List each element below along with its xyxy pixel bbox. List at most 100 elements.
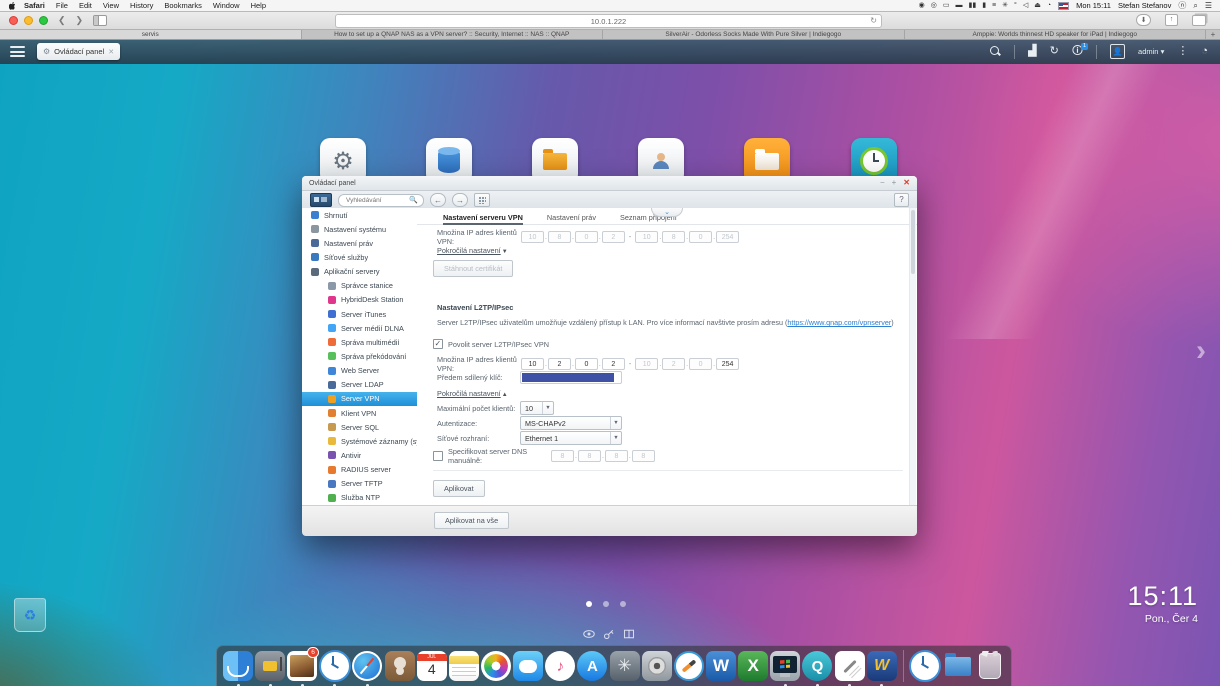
display-icon[interactable]: ▭ — [943, 2, 950, 9]
view-all-button[interactable] — [474, 193, 490, 207]
dock-techtool[interactable] — [673, 650, 704, 682]
user-avatar-icon[interactable]: 👤 — [1110, 44, 1125, 59]
notifications-icon[interactable]: 🛈1 — [1072, 46, 1083, 57]
dock-wunderlist[interactable]: W — [866, 650, 897, 682]
sidebar-item-nastaven-pr-v[interactable]: Nastavení práv — [302, 236, 417, 250]
ip-octet-input[interactable]: 254 — [716, 358, 739, 370]
page-dot-3[interactable] — [620, 601, 626, 607]
eject-icon[interactable]: ⏏ — [1034, 2, 1041, 9]
apply-button[interactable]: Aplikovat — [433, 480, 485, 497]
background-tasks-icon[interactable]: ▟ — [1028, 46, 1036, 57]
external-device-icon[interactable]: ↻ — [1050, 46, 1059, 57]
dock-forklift[interactable] — [255, 650, 286, 682]
sidebar-item-klient-vpn[interactable]: Klient VPN — [302, 406, 417, 420]
dock-photos[interactable] — [480, 650, 511, 682]
dock-word[interactable]: W — [705, 650, 736, 682]
dock-excel[interactable]: X — [738, 650, 769, 682]
back-button[interactable]: ❮ — [58, 15, 66, 26]
dock-clock-app[interactable] — [319, 650, 351, 682]
dns-manual-checkbox[interactable] — [433, 451, 443, 461]
collapse-panel-button[interactable]: ⌄ — [651, 208, 683, 217]
eye-icon[interactable] — [583, 628, 595, 640]
key-icon[interactable] — [603, 628, 615, 640]
gear-icon[interactable]: ✳ — [1002, 2, 1008, 9]
widget-blue-icon[interactable]: ▮ — [982, 2, 986, 9]
dock-trash[interactable] — [974, 650, 1005, 682]
sidebar-item-web-server[interactable]: Web Server — [302, 364, 417, 378]
maximize-icon[interactable]: + — [892, 179, 897, 187]
dock-finder[interactable] — [223, 650, 254, 682]
sidebar-item-syst-mov-z-znamy-syslo[interactable]: Systémové záznamy (syslo... — [302, 434, 417, 448]
sidebar-toggle-button[interactable] — [310, 193, 332, 207]
vpnserver-link[interactable]: https://www.qnap.com/vpnserver — [787, 318, 891, 327]
vertical-scrollbar[interactable] — [909, 208, 916, 505]
sidebar-item-server-ldap[interactable]: Server LDAP — [302, 378, 417, 392]
menu-view[interactable]: View — [103, 1, 119, 10]
minimize-window-button[interactable] — [24, 16, 33, 25]
safari-tab-1[interactable]: servis — [0, 29, 302, 39]
scrollbar-thumb[interactable] — [911, 210, 915, 274]
reload-icon[interactable]: ↻ — [870, 16, 877, 25]
dock-winvm[interactable] — [770, 650, 801, 682]
back-button[interactable]: ← — [430, 193, 446, 207]
help-button[interactable]: ? — [894, 193, 909, 207]
app-circle-2-icon[interactable]: ◎ — [931, 2, 937, 9]
sidebar-toggle-button[interactable] — [93, 15, 107, 26]
menu-help[interactable]: Help — [251, 1, 266, 10]
share-button[interactable]: ↑ — [1165, 14, 1178, 26]
close-tab-icon[interactable]: ✕ — [108, 48, 114, 56]
search-field[interactable]: 🔍 — [338, 194, 424, 207]
address-bar[interactable]: 10.0.1.222 ↻ — [335, 14, 882, 28]
sidebar-item-server-vpn[interactable]: Server VPN — [302, 392, 417, 406]
notification-center-icon[interactable]: ☰ — [1205, 2, 1212, 10]
temperature-icon[interactable]: ° — [1014, 2, 1017, 9]
levels-icon[interactable]: ▮▮ — [968, 2, 976, 9]
dock-notes[interactable] — [448, 650, 479, 682]
network-interface-select[interactable]: Ethernet 1▼ — [520, 431, 622, 445]
fast-user-switching-menu[interactable]: Stefan Stefanov — [1118, 1, 1171, 10]
sidebar-item-spr-va-multim-di[interactable]: Správa multimédií — [302, 335, 417, 349]
dock-clock-app-2[interactable] — [909, 650, 941, 682]
app-circle-1-icon[interactable]: ◉ — [919, 2, 925, 9]
close-window-button[interactable] — [9, 16, 18, 25]
show-all-tabs-button[interactable] — [1192, 15, 1206, 26]
dock-quicktime[interactable]: Q — [802, 650, 833, 682]
ip-octet-input[interactable]: 0 — [575, 358, 598, 370]
more-options-icon[interactable]: ⋮ — [1177, 46, 1188, 57]
sidebar-item-server-sql[interactable]: Server SQL — [302, 420, 417, 434]
dock-calendar[interactable]: JUL4 — [416, 650, 447, 682]
apply-all-button[interactable]: Aplikovat na vše — [434, 512, 509, 529]
dock-sysprefs[interactable]: ✳ — [609, 650, 640, 682]
dock-itunes[interactable]: ♪ — [545, 650, 576, 682]
sidebar-item-antivir[interactable]: Antivir — [302, 448, 417, 462]
dashboard-icon[interactable]: ◔ — [1201, 46, 1208, 57]
max-clients-select[interactable]: 10▼ — [520, 401, 554, 415]
widget-dark-icon[interactable]: ▬ — [955, 2, 962, 9]
menu-history[interactable]: History — [130, 1, 153, 10]
menu-file[interactable]: File — [56, 1, 68, 10]
volume-icon[interactable]: ◁ — [1023, 2, 1028, 9]
sidebar-item-server-tftp[interactable]: Server TFTP — [302, 477, 417, 491]
menu-bar-clock[interactable]: Mon 15:11 — [1076, 1, 1111, 10]
netspeed-icon[interactable]: ≡ — [992, 2, 996, 9]
safari-tab-2[interactable]: How to set up a QNAP NAS as a VPN server… — [302, 29, 604, 39]
circled-n-icon[interactable]: ⓝ — [1178, 2, 1186, 10]
dock-photos-library[interactable]: 6 — [287, 650, 318, 682]
tab-nastaven-serveru-vpn[interactable]: Nastavení serveru VPN — [443, 213, 523, 224]
enable-l2tp-checkbox[interactable] — [433, 339, 443, 349]
dock-downloads[interactable] — [942, 650, 973, 682]
sidebar-item-s-ov-slu-by[interactable]: Síťové služby — [302, 250, 417, 264]
ip-octet-input[interactable]: 2 — [602, 358, 625, 370]
sidebar-item-nastaven-syst-mu[interactable]: Nastavení systému — [302, 222, 417, 236]
sidebar-item-slu-ba-ntp[interactable]: Služba NTP — [302, 491, 417, 505]
dock-messages[interactable] — [513, 650, 544, 682]
recycle-bin[interactable]: ♻ — [14, 598, 46, 632]
spotlight-icon[interactable]: ⌕ — [1193, 2, 1197, 10]
user-menu[interactable]: admin ▾ — [1138, 47, 1164, 56]
downloads-button[interactable]: ⬇ — [1136, 14, 1151, 26]
sidebar-item-server-m-di-dlna[interactable]: Server médií DLNA — [302, 321, 417, 335]
tab-nastaven-pr-v[interactable]: Nastavení práv — [547, 213, 596, 224]
input-language-flag-icon[interactable] — [1058, 2, 1069, 10]
ip-octet-input[interactable]: 2 — [548, 358, 571, 370]
open-app-tab[interactable]: ⚙ Ovládací panel ✕ — [37, 43, 120, 60]
